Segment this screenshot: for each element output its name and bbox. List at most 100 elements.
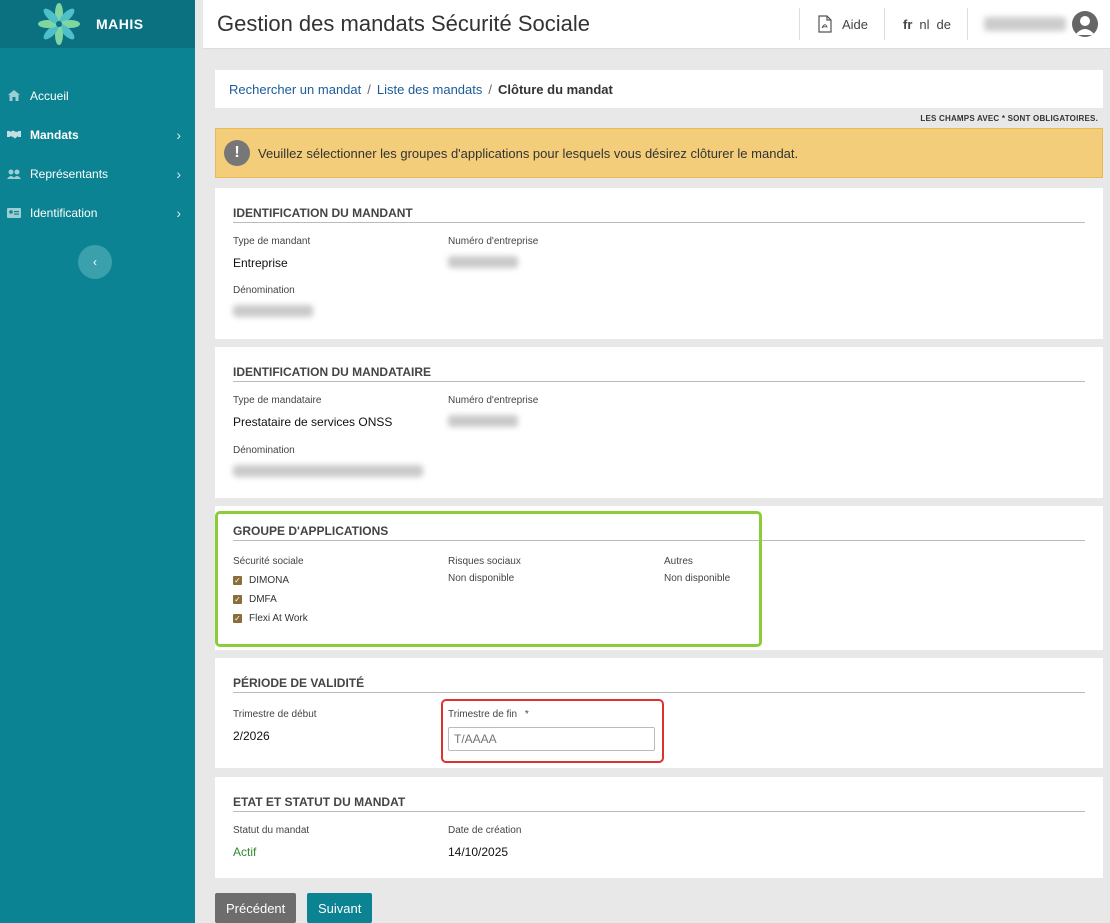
field-value: Entreprise	[233, 256, 288, 270]
mandataire-denomination-field: Dénomination	[233, 445, 423, 480]
avatar-icon	[1072, 11, 1098, 37]
field-label: Dénomination	[233, 285, 295, 296]
field-label: Dénomination	[233, 445, 295, 456]
field-label: Numéro d'entreprise	[448, 236, 539, 247]
warning-alert: ! Veuillez sélectionner les groupes d'ap…	[215, 128, 1103, 178]
language-switcher: fr nl de	[885, 17, 967, 32]
redacted-text	[448, 256, 518, 268]
sidebar-item-mandats[interactable]: Mandats ›	[0, 115, 195, 154]
redacted-value	[233, 305, 313, 320]
user-name-blurred	[984, 17, 1066, 31]
help-label: Aide	[841, 16, 869, 32]
field-label: Trimestre de fin *	[448, 709, 529, 720]
social-risks-group: Risques sociaux Non disponible	[448, 556, 521, 584]
mandant-type-field: Type de mandant Entreprise	[233, 236, 310, 270]
field-label: Numéro d'entreprise	[448, 395, 539, 406]
application-groups-section: GROUPE D'APPLICATIONS Sécurité sociale ✓…	[215, 506, 1103, 650]
column-label: Autres	[664, 556, 693, 567]
sidebar-item-label: Représentants	[30, 166, 109, 181]
column-label: Risques sociaux	[448, 556, 521, 567]
chevron-right-icon: ›	[176, 165, 181, 182]
field-value: 2/2026	[233, 729, 270, 743]
status-badge: Actif	[233, 845, 257, 859]
mandant-number-field: Numéro d'entreprise	[448, 236, 538, 271]
redacted-text	[233, 465, 423, 477]
users-icon	[6, 168, 22, 180]
sidebar-nav: Accueil Mandats › Représentants › Identi…	[0, 76, 195, 232]
redacted-text	[448, 415, 518, 427]
checkbox-checked-icon[interactable]: ✓	[233, 576, 242, 585]
brand-name: MAHIS	[96, 16, 144, 32]
section-title: IDENTIFICATION DU MANDANT	[233, 188, 1085, 223]
lang-fr[interactable]: fr	[903, 17, 912, 32]
mandant-section: IDENTIFICATION DU MANDANT Type de mandan…	[215, 188, 1103, 339]
end-quarter-field: Trimestre de fin *	[448, 709, 529, 720]
column-label: Sécurité sociale	[233, 556, 304, 567]
checkbox-checked-icon[interactable]: ✓	[233, 614, 242, 623]
app-label: DIMONA	[249, 575, 289, 586]
section-title: PÉRIODE DE VALIDITÉ	[233, 658, 1085, 693]
end-quarter-label: Trimestre de fin	[448, 709, 518, 720]
brand[interactable]: MAHIS	[0, 0, 195, 48]
breadcrumb-separator: /	[488, 81, 493, 97]
unavailable-text: Non disponible	[448, 573, 515, 584]
redacted-value	[448, 415, 538, 430]
end-quarter-input[interactable]	[448, 727, 655, 751]
help-link[interactable]: Aide	[800, 15, 884, 33]
handshake-icon	[6, 129, 22, 141]
field-label: Trimestre de début	[233, 709, 317, 720]
social-security-group: Sécurité sociale ✓ DIMONA ✓ DMFA ✓ Flexi…	[233, 556, 308, 624]
breadcrumb-separator: /	[367, 81, 371, 97]
lang-nl[interactable]: nl	[919, 17, 929, 32]
mandataire-type-field: Type de mandataire Prestataire de servic…	[233, 395, 392, 429]
app-checkbox-row[interactable]: ✓ DIMONA	[233, 575, 308, 586]
checkbox-checked-icon[interactable]: ✓	[233, 595, 242, 604]
exclamation-icon: !	[224, 140, 250, 166]
other-group: Autres Non disponible	[664, 556, 730, 584]
page-title: Gestion des mandats Sécurité Sociale	[217, 11, 590, 36]
section-title: GROUPE D'APPLICATIONS	[233, 506, 1085, 541]
validity-period-section: PÉRIODE DE VALIDITÉ Trimestre de début 2…	[215, 658, 1103, 768]
sidebar-item-representants[interactable]: Représentants ›	[0, 154, 195, 193]
app-checkbox-row[interactable]: ✓ DMFA	[233, 594, 308, 605]
field-label: Statut du mandat	[233, 825, 310, 836]
alert-text: Veuillez sélectionner les groupes d'appl…	[258, 145, 799, 161]
required-fields-note: LES CHAMPS AVEC * SONT OBLIGATOIRES.	[920, 114, 1098, 123]
sidebar-item-label: Identification	[30, 205, 98, 220]
chevron-right-icon: ›	[176, 204, 181, 221]
next-button[interactable]: Suivant	[307, 893, 373, 923]
breadcrumb-search-mandat[interactable]: Rechercher un mandat	[229, 82, 361, 97]
id-card-icon	[6, 207, 22, 219]
app-label: DMFA	[249, 594, 277, 605]
user-menu[interactable]	[968, 11, 1110, 37]
sidebar-item-identification[interactable]: Identification ›	[0, 193, 195, 232]
app-checkbox-row[interactable]: ✓ Flexi At Work	[233, 613, 308, 624]
field-value: Prestataire de services ONSS	[233, 415, 393, 429]
unavailable-text: Non disponible	[664, 573, 731, 584]
mandataire-number-field: Numéro d'entreprise	[448, 395, 538, 430]
home-icon	[6, 90, 22, 102]
section-title: ETAT ET STATUT DU MANDAT	[233, 777, 1085, 812]
field-label: Type de mandataire	[233, 395, 322, 406]
sidebar-item-accueil[interactable]: Accueil	[0, 76, 195, 115]
field-label: Type de mandant	[233, 236, 311, 247]
redacted-text	[233, 305, 313, 317]
mahis-logo-icon	[36, 1, 82, 47]
sidebar-item-label: Mandats	[30, 127, 79, 142]
top-header: Gestion des mandats Sécurité Sociale Aid…	[203, 0, 1110, 49]
previous-button[interactable]: Précédent	[215, 893, 297, 923]
collapse-sidebar-button[interactable]: ‹	[78, 245, 112, 279]
field-label: Date de création	[448, 825, 522, 836]
breadcrumb: Rechercher un mandat / Liste des mandats…	[215, 70, 1103, 108]
mandataire-section: IDENTIFICATION DU MANDATAIRE Type de man…	[215, 347, 1103, 498]
mandate-status-section: ETAT ET STATUT DU MANDAT Statut du manda…	[215, 777, 1103, 878]
creation-date-field: Date de création 14/10/2025	[448, 825, 521, 859]
breadcrumb-current: Clôture du mandat	[498, 81, 613, 97]
pdf-icon	[818, 15, 832, 33]
breadcrumb-mandat-list[interactable]: Liste des mandats	[377, 82, 483, 97]
mandant-denomination-field: Dénomination	[233, 285, 313, 320]
chevron-left-icon: ‹	[93, 255, 97, 269]
status-field: Statut du mandat Actif	[233, 825, 309, 859]
lang-de[interactable]: de	[937, 17, 951, 32]
app-label: Flexi At Work	[249, 613, 308, 624]
